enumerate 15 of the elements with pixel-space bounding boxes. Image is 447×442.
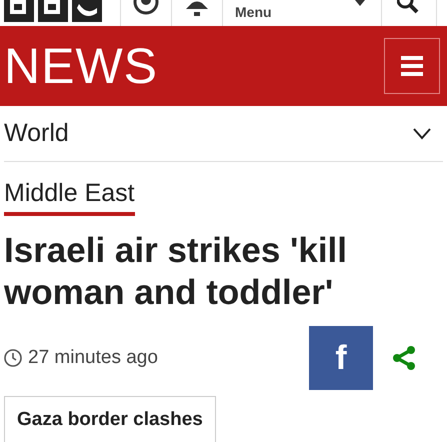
facebook-share-button[interactable]: f [309,326,373,390]
topic-button[interactable]: Gaza border clashes [4,396,216,442]
section-label: World [4,119,69,148]
section-nav[interactable]: World [4,106,443,162]
clock-icon [4,349,22,367]
subsection-link[interactable]: Middle East [4,179,135,216]
menu-icon [401,55,423,77]
menu-button[interactable] [384,38,440,94]
account-icon[interactable] [131,0,161,16]
share-icon[interactable] [391,345,417,371]
headline: Israeli air strikes 'kill woman and toddler' [4,230,348,314]
search-icon[interactable] [397,0,421,14]
caret-icon [355,0,365,6]
news-title: NEWS [4,41,158,91]
timestamp: 27 minutes ago [28,347,159,369]
